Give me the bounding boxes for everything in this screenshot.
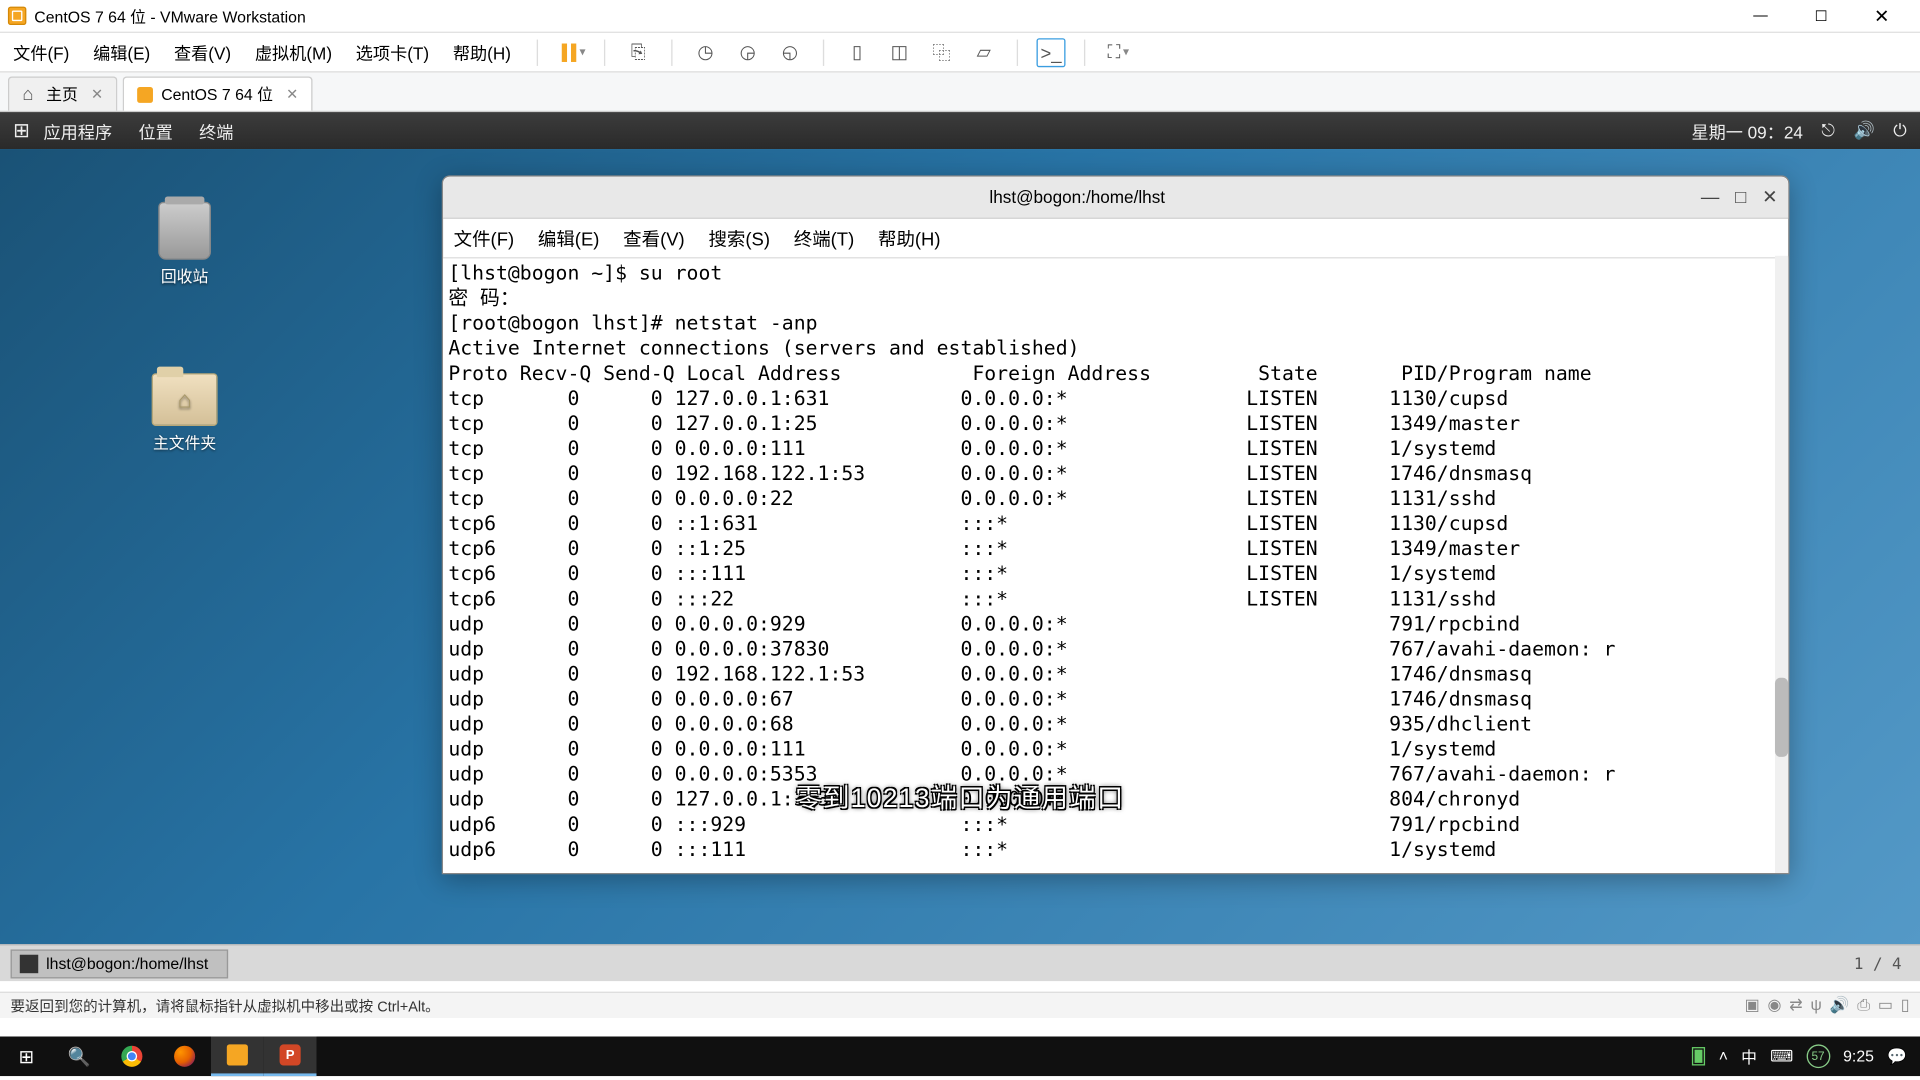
power-icon[interactable]: ⏻ (1893, 120, 1907, 141)
network-icon[interactable]: ⎋ (1821, 120, 1835, 141)
status-hint: 要返回到您的计算机，请将鼠标指针从虚拟机中移出或按 Ctrl+Alt。 (11, 995, 440, 1016)
vmware-status-bar: 要返回到您的计算机，请将鼠标指针从虚拟机中移出或按 Ctrl+Alt。 ▣ ◉ … (0, 992, 1920, 1018)
terminal-window: lhst@bogon:/home/lhst — □ ✕ 文件(F) 编辑(E) … (442, 175, 1790, 874)
terminal-minimize-button[interactable]: — (1701, 186, 1719, 208)
window-minimize-button[interactable]: — (1730, 0, 1791, 32)
home-folder-label: 主文件夹 (132, 431, 237, 453)
terminal-scrollbar[interactable] (1775, 256, 1788, 873)
workspace-pager[interactable]: 1 / 4 (1846, 954, 1909, 972)
send-ctrl-alt-del-icon[interactable]: ⎘ (624, 38, 653, 67)
view-single-icon[interactable]: ▯ (843, 38, 872, 67)
terminal-maximize-button[interactable]: □ (1735, 186, 1746, 208)
search-button[interactable]: 🔍 (53, 1036, 106, 1076)
device-display-icon[interactable]: ▭ (1878, 996, 1893, 1016)
scrollbar-thumb[interactable] (1775, 678, 1788, 757)
terminal-task-icon (20, 954, 38, 972)
home-icon (22, 86, 38, 102)
terminal-title: lhst@bogon:/home/lhst (454, 187, 1701, 207)
volume-icon[interactable]: 🔊 (1853, 120, 1874, 141)
terminal-titlebar[interactable]: lhst@bogon:/home/lhst — □ ✕ (443, 177, 1788, 219)
snapshot-take-icon[interactable]: ◷ (691, 38, 720, 67)
menu-help[interactable]: 帮助(H) (450, 37, 513, 67)
tab-centos-label: CentOS 7 64 位 (161, 83, 273, 105)
device-more-icon[interactable]: ▯ (1901, 996, 1910, 1016)
device-hdd-icon[interactable]: ▣ (1745, 996, 1760, 1016)
menu-tabs[interactable]: 选项卡(T) (353, 37, 432, 67)
taskbar-vmware[interactable] (211, 1036, 264, 1076)
desktop-icon-trash[interactable]: 回收站 (132, 202, 237, 288)
term-menu-help[interactable]: 帮助(H) (878, 225, 941, 251)
powerpoint-icon (280, 1044, 301, 1065)
video-subtitle: 零到10213端口为通用端口 (795, 777, 1124, 815)
gnome-applications[interactable]: 应用程序 (30, 118, 125, 143)
term-menu-edit[interactable]: 编辑(E) (538, 225, 600, 251)
taskbar-chrome[interactable] (105, 1036, 158, 1076)
snapshot-revert-icon[interactable]: ◶ (733, 38, 762, 67)
device-sound-icon[interactable]: 🔊 (1830, 996, 1850, 1016)
device-usb-icon[interactable]: ψ (1810, 996, 1821, 1016)
vmware-icon (227, 1044, 248, 1065)
close-tab-icon[interactable]: ✕ (286, 86, 298, 103)
tray-chevron-icon[interactable]: ˄ (1719, 1047, 1728, 1065)
start-button[interactable]: ⊞ (0, 1036, 53, 1076)
trash-icon (158, 202, 211, 260)
menu-view[interactable]: 查看(V) (171, 37, 233, 67)
console-button[interactable]: >_ (1036, 38, 1065, 67)
firefox-icon (174, 1046, 195, 1067)
pause-vm-button[interactable]: ▾ (562, 43, 585, 61)
ime-language[interactable]: 中 (1741, 1045, 1757, 1067)
fullscreen-button[interactable]: ⛶▾ (1104, 38, 1133, 67)
menu-file[interactable]: 文件(F) (11, 37, 72, 67)
snapshot-manage-icon[interactable]: ◵ (775, 38, 804, 67)
close-tab-icon[interactable]: ✕ (91, 86, 103, 103)
taskbar-item-label: lhst@bogon:/home/lhst (46, 954, 208, 972)
tab-centos[interactable]: CentOS 7 64 位 ✕ (123, 76, 313, 110)
gnome-top-bar: 应用程序 位置 终端 星期一 09：24 ⎋ 🔊 ⏻ (0, 112, 1920, 149)
trash-label: 回收站 (132, 265, 237, 287)
windows-taskbar: ⊞ 🔍 ˄ 中 ⌨ 57 9:25 💬 (0, 1036, 1920, 1076)
vm-desktop[interactable]: 回收站 主文件夹 lhst@bogon:/home/lhst — □ ✕ 文件(… (0, 149, 1920, 947)
view-thumb-icon[interactable]: ▱ (969, 38, 998, 67)
menu-vm[interactable]: 虚拟机(M) (252, 37, 334, 67)
activities-icon[interactable] (13, 122, 30, 139)
chrome-icon (121, 1046, 142, 1067)
window-title: CentOS 7 64 位 - VMware Workstation (34, 5, 1730, 27)
term-menu-search[interactable]: 搜索(S) (708, 225, 770, 251)
menu-edit[interactable]: 编辑(E) (90, 37, 152, 67)
taskbar-item-terminal[interactable]: lhst@bogon:/home/lhst (11, 949, 228, 978)
ime-keyboard-icon[interactable]: ⌨ (1770, 1047, 1793, 1065)
gnome-terminal-menu[interactable]: 终端 (186, 118, 247, 143)
vm-tab-icon (137, 86, 153, 102)
tab-home[interactable]: 主页 ✕ (8, 76, 118, 110)
notifications-icon[interactable]: 💬 (1887, 1047, 1907, 1065)
ime-indicator[interactable]: 57 (1806, 1044, 1830, 1068)
window-close-button[interactable]: ✕ (1851, 0, 1912, 32)
device-printer-icon[interactable]: ⎙ (1857, 996, 1870, 1016)
taskbar-clock[interactable]: 9:25 (1843, 1047, 1874, 1065)
terminal-menubar: 文件(F) 编辑(E) 查看(V) 搜索(S) 终端(T) 帮助(H) (443, 219, 1788, 259)
vmware-titlebar: CentOS 7 64 位 - VMware Workstation — ☐ ✕ (0, 0, 1920, 33)
tab-home-label: 主页 (46, 83, 78, 105)
gnome-bottom-panel: lhst@bogon:/home/lhst 1 / 4 (0, 944, 1920, 981)
view-unity-icon[interactable]: ⿻ (927, 38, 956, 67)
vmware-menubar: 文件(F) 编辑(E) 查看(V) 虚拟机(M) 选项卡(T) 帮助(H) ▾ … (0, 33, 1920, 73)
term-menu-view[interactable]: 查看(V) (623, 225, 685, 251)
taskbar-powerpoint[interactable] (264, 1036, 317, 1076)
device-net-icon[interactable]: ⇄ (1789, 996, 1802, 1016)
term-menu-terminal[interactable]: 终端(T) (794, 225, 855, 251)
taskbar-firefox[interactable] (158, 1036, 211, 1076)
view-split-icon[interactable]: ◫ (885, 38, 914, 67)
gnome-clock[interactable]: 星期一 09：24 (1691, 118, 1802, 143)
gnome-places[interactable]: 位置 (125, 118, 186, 143)
folder-icon (152, 373, 218, 426)
desktop-icon-home-folder[interactable]: 主文件夹 (132, 373, 237, 453)
term-menu-file[interactable]: 文件(F) (454, 225, 515, 251)
vmware-app-icon (8, 7, 26, 25)
vmware-tabbar: 主页 ✕ CentOS 7 64 位 ✕ (0, 73, 1920, 113)
terminal-close-button[interactable]: ✕ (1762, 186, 1777, 208)
device-cd-icon[interactable]: ◉ (1768, 996, 1782, 1016)
battery-icon[interactable] (1692, 1047, 1705, 1065)
window-maximize-button[interactable]: ☐ (1791, 0, 1852, 32)
